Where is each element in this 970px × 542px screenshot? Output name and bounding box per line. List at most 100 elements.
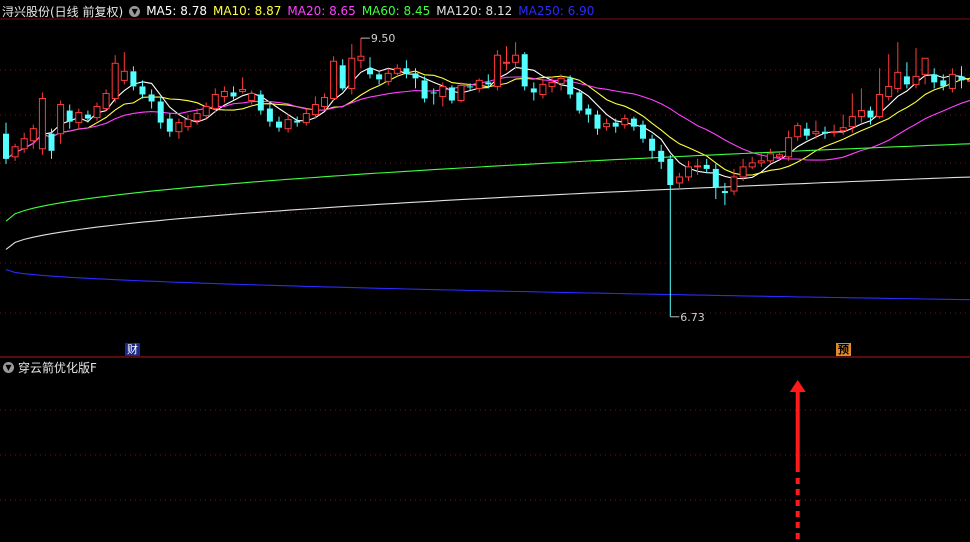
candle-body bbox=[485, 82, 492, 85]
candle-body bbox=[276, 121, 282, 128]
candle-body bbox=[848, 116, 856, 128]
candle-body bbox=[3, 133, 9, 159]
candle-body bbox=[794, 125, 802, 138]
moving-average-layer bbox=[5, 66, 970, 301]
candle-body bbox=[102, 92, 110, 110]
chevron-down-icon[interactable]: ▼ bbox=[129, 5, 141, 17]
candle-body bbox=[912, 75, 920, 85]
candle-body bbox=[38, 97, 46, 150]
candle-body bbox=[130, 71, 137, 87]
indicator-header: ▼ 穿云箭优化版F bbox=[0, 359, 97, 375]
candle-body bbox=[339, 65, 346, 89]
candle-body bbox=[503, 61, 510, 64]
candle-body bbox=[348, 57, 356, 89]
candle-body bbox=[57, 104, 65, 135]
candle-body bbox=[830, 131, 838, 134]
candle-body bbox=[894, 71, 902, 89]
candle-body bbox=[640, 124, 646, 139]
candle-body bbox=[557, 77, 565, 84]
candle-body bbox=[739, 166, 747, 178]
candle-body bbox=[940, 80, 947, 87]
candle-body bbox=[257, 94, 264, 111]
candle-body bbox=[703, 164, 710, 169]
candle-body bbox=[576, 92, 583, 111]
candlestick-layer bbox=[3, 38, 970, 317]
candle-body bbox=[376, 74, 383, 80]
ma250-label: MA250: 6.90 bbox=[518, 4, 595, 18]
candle-body bbox=[457, 84, 465, 101]
candle-body bbox=[921, 57, 929, 75]
ma60-label: MA60: 8.45 bbox=[361, 4, 431, 18]
candle-body bbox=[166, 118, 173, 132]
candle-body bbox=[448, 87, 455, 101]
candle-body bbox=[766, 153, 774, 162]
candle-body bbox=[20, 138, 28, 150]
candle-body bbox=[512, 54, 520, 63]
candle-body bbox=[857, 110, 865, 118]
candle-body bbox=[712, 168, 719, 188]
candle-body bbox=[148, 94, 155, 102]
candle-body bbox=[330, 60, 338, 99]
candle-body bbox=[776, 154, 783, 158]
ma250-line bbox=[5, 268, 970, 301]
signal-arrow-head bbox=[789, 380, 806, 392]
candle-body bbox=[29, 128, 37, 142]
candle-body bbox=[93, 106, 101, 119]
candle-body bbox=[548, 81, 556, 87]
candle-body bbox=[694, 165, 702, 168]
candle-body bbox=[302, 113, 310, 124]
candle-body bbox=[785, 137, 793, 158]
candle-body bbox=[603, 123, 611, 128]
candle-body bbox=[931, 74, 938, 83]
candle-body bbox=[248, 92, 256, 101]
candle-body bbox=[658, 150, 665, 162]
candle-body bbox=[475, 79, 483, 89]
candle-body bbox=[184, 119, 192, 128]
candle-body bbox=[294, 120, 301, 123]
candle-body bbox=[367, 68, 373, 75]
candle-body bbox=[903, 76, 910, 85]
candle-body bbox=[539, 83, 547, 95]
ma20-label: MA20: 8.65 bbox=[287, 4, 356, 18]
candle-body bbox=[75, 112, 83, 124]
indicator-panel bbox=[789, 380, 806, 540]
indicator-title[interactable]: 穿云箭优化版F bbox=[18, 359, 97, 376]
candle-body bbox=[66, 110, 73, 122]
candle-body bbox=[958, 76, 965, 81]
candle-body bbox=[220, 90, 228, 97]
candle-body bbox=[393, 67, 401, 74]
candle-body bbox=[230, 92, 237, 97]
candle-body bbox=[202, 106, 210, 117]
candle-body bbox=[948, 73, 956, 89]
candle-body bbox=[403, 68, 410, 74]
forecast-marker[interactable]: 预 bbox=[836, 343, 851, 356]
finance-marker[interactable]: 财 bbox=[125, 343, 140, 356]
stock-title[interactable]: 浔兴股份(日线 前复权) bbox=[2, 3, 123, 20]
candle-body bbox=[630, 118, 637, 127]
chevron-down-icon[interactable]: ▼ bbox=[3, 361, 14, 373]
candle-body bbox=[421, 80, 428, 99]
candle-body bbox=[193, 113, 201, 122]
ma5-label: MA5: 8.78 bbox=[146, 4, 207, 18]
candle-body bbox=[839, 127, 847, 132]
candle-body bbox=[685, 166, 692, 178]
candle-body bbox=[567, 78, 574, 95]
candle-body bbox=[120, 70, 128, 81]
candle-body bbox=[721, 191, 728, 194]
candle-body bbox=[357, 55, 365, 61]
candle-body bbox=[157, 101, 164, 123]
candle-body bbox=[621, 118, 629, 126]
candle-body bbox=[175, 122, 183, 133]
chart-canvas[interactable]: 9.50 6.73 bbox=[0, 0, 970, 542]
candle-body bbox=[730, 176, 738, 192]
candle-body bbox=[412, 73, 419, 79]
candle-body bbox=[139, 86, 146, 95]
candle-body bbox=[321, 96, 328, 108]
ma10-label: MA10: 8.87 bbox=[212, 4, 282, 18]
annotation-label: 6.73 bbox=[680, 311, 705, 324]
candle-body bbox=[822, 131, 828, 134]
candle-body bbox=[748, 162, 756, 168]
candle-body bbox=[530, 88, 537, 93]
candle-body bbox=[111, 62, 119, 99]
candle-body bbox=[430, 92, 437, 94]
